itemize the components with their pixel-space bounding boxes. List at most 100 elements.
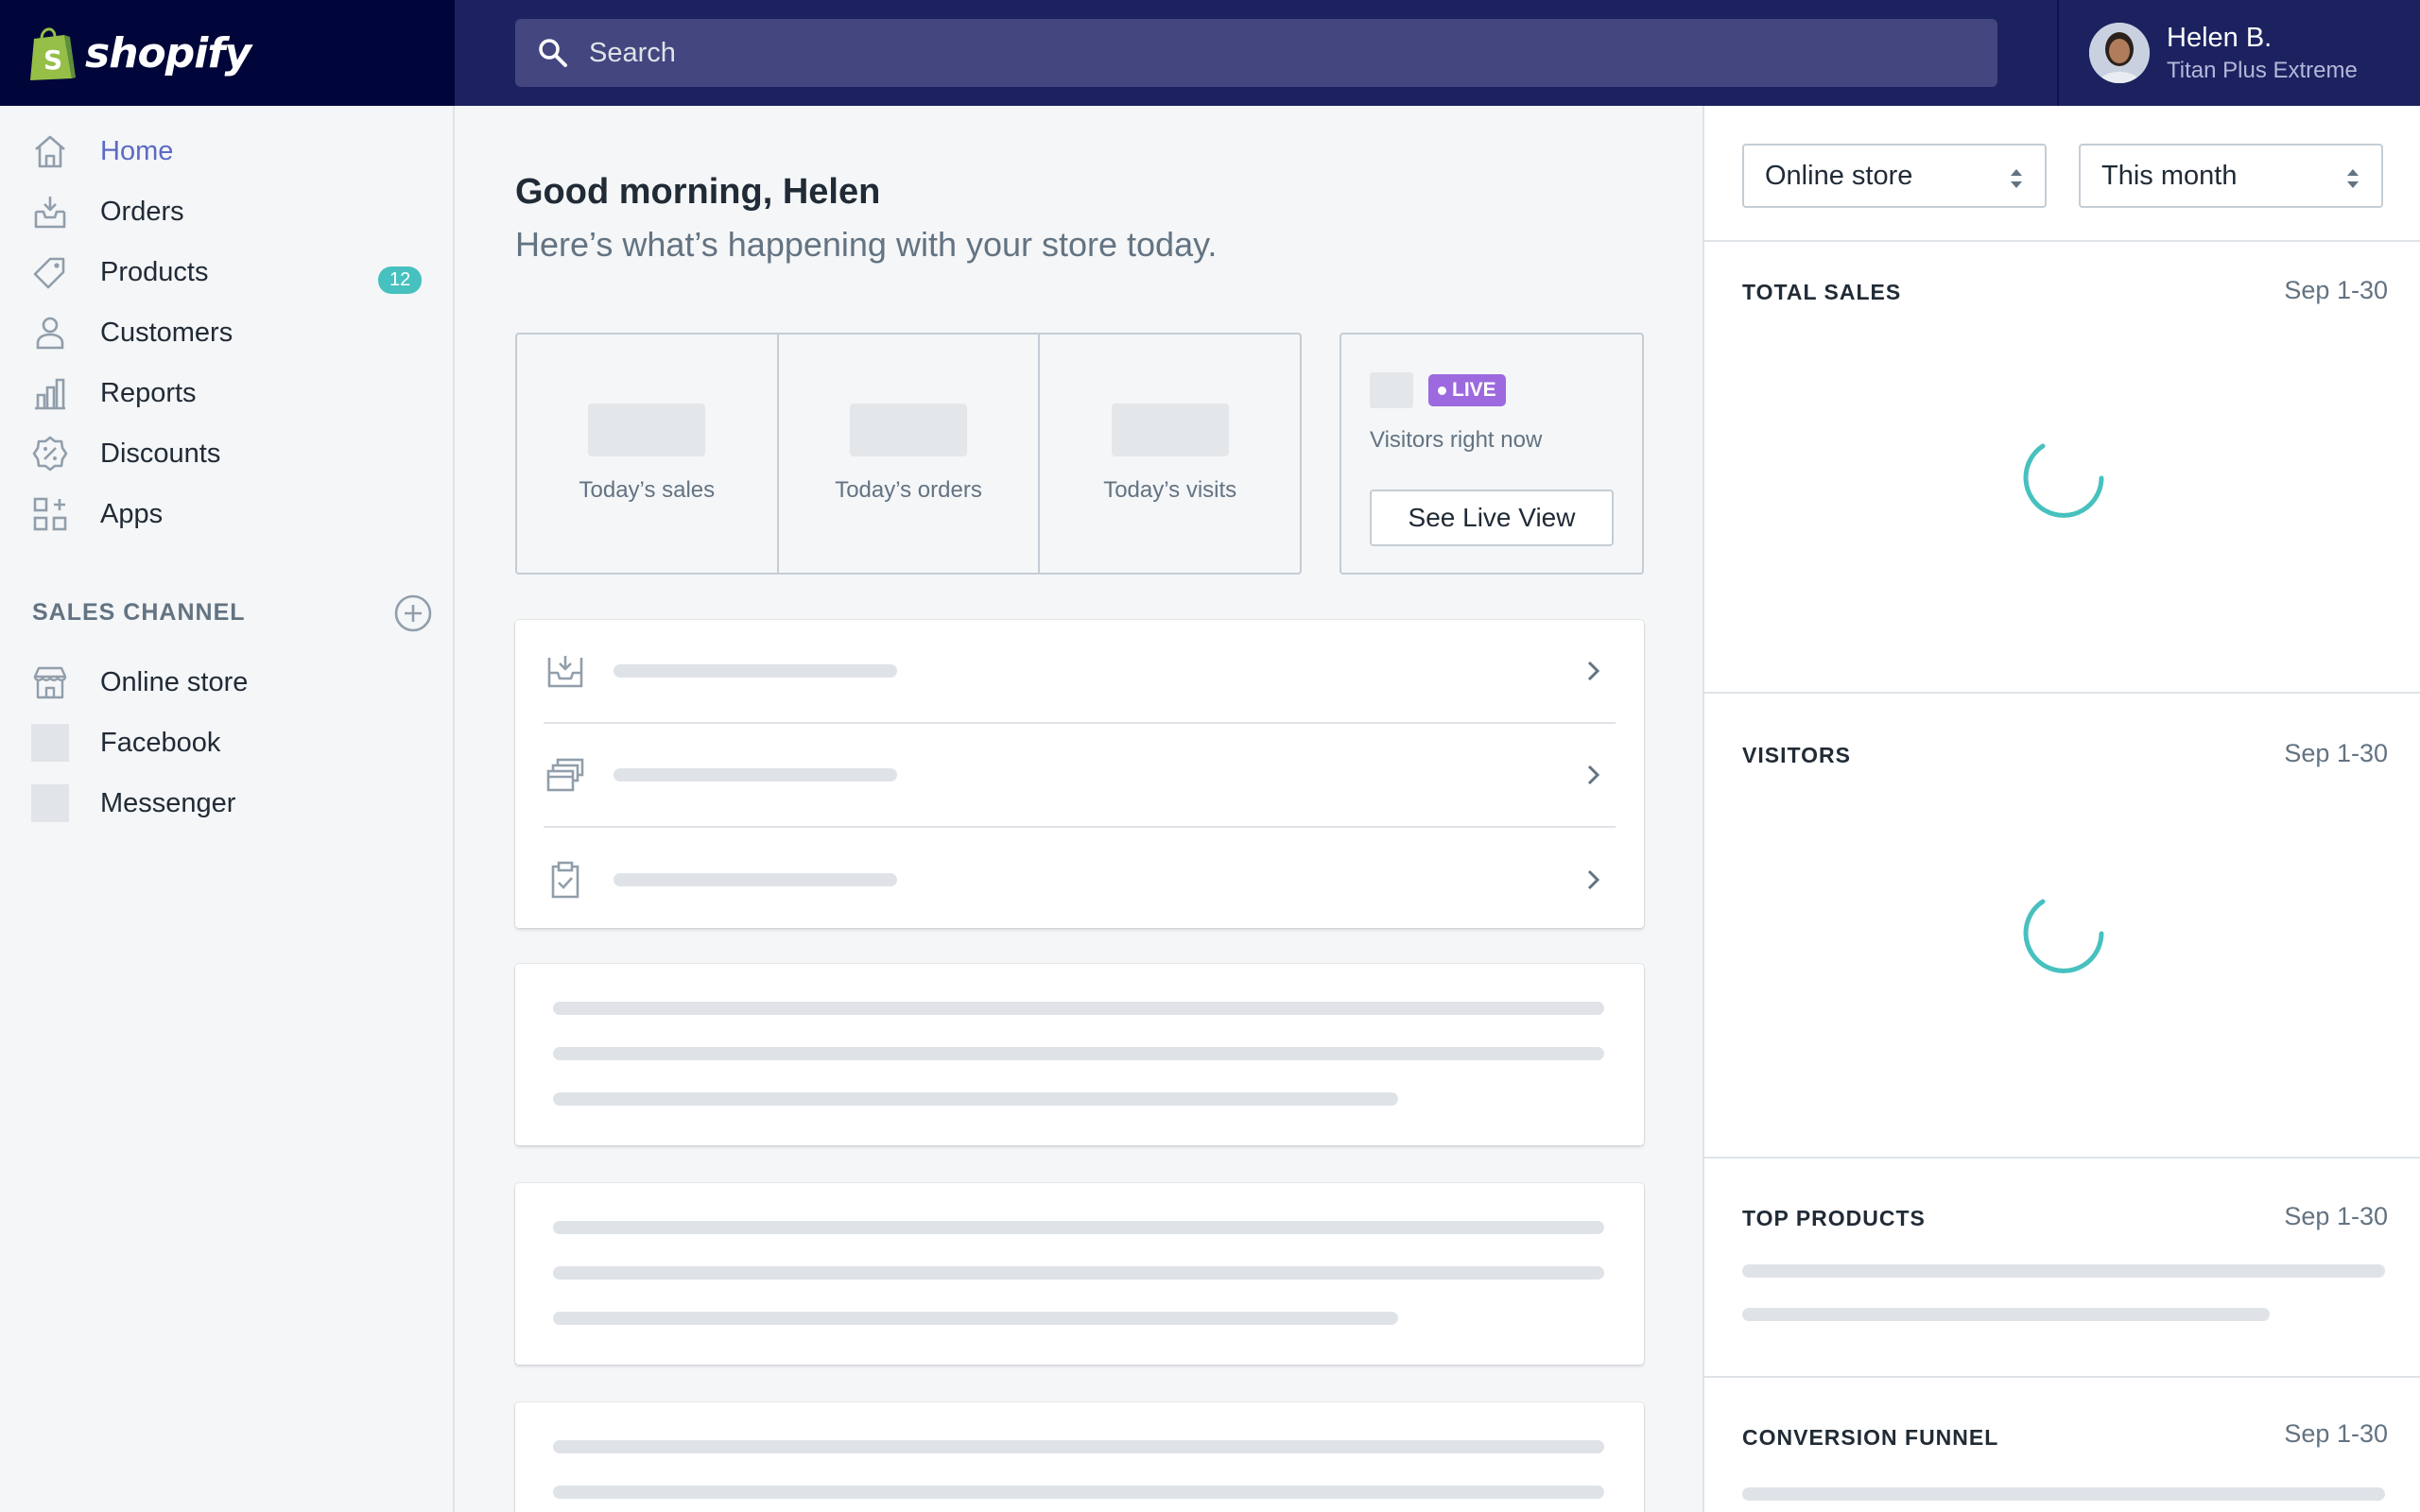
loading-line: [553, 1221, 1604, 1234]
live-visitors-card: LIVE Visitors right now See Live View: [1340, 333, 1644, 575]
sidebar-item-home[interactable]: Home: [0, 123, 455, 180]
stat-todays-visits[interactable]: Today’s visits: [1040, 335, 1300, 573]
facebook-placeholder-icon: [28, 721, 72, 765]
loading-placeholder: [614, 873, 897, 886]
section-title: TOP PRODUCTS: [1742, 1206, 1926, 1230]
shopify-wordmark: shopify: [85, 28, 251, 77]
sidebar-item-label: Home: [100, 135, 174, 166]
see-live-view-button[interactable]: See Live View: [1370, 490, 1614, 546]
customers-icon: [28, 311, 72, 354]
store-name: Titan Plus Extreme: [2167, 57, 2358, 83]
sidebar-item-messenger[interactable]: Messenger: [0, 775, 455, 832]
orders-inbox-icon: [544, 649, 587, 693]
shopify-logo[interactable]: S shopify: [0, 0, 455, 106]
products-tag-icon: [28, 250, 72, 294]
sidebar-item-online-store[interactable]: Online store: [0, 654, 455, 711]
apps-icon: [28, 492, 72, 536]
add-sales-channel-icon[interactable]: [393, 593, 433, 633]
today-stats: Today’s sales Today’s orders Today’s vis…: [515, 333, 1302, 575]
loading-line: [1742, 1487, 2385, 1501]
loading-placeholder: [614, 664, 897, 678]
stat-todays-orders[interactable]: Today’s orders: [779, 335, 1041, 573]
stat-todays-sales[interactable]: Today’s sales: [517, 335, 779, 573]
conversion-funnel-section: CONVERSION FUNNEL Sep 1-30: [1704, 1376, 2420, 1512]
sidebar-item-customers[interactable]: Customers: [0, 304, 455, 361]
chevron-right-icon: [1587, 765, 1600, 785]
section-date-range: Sep 1-30: [2284, 1419, 2388, 1448]
loading-line: [553, 1002, 1604, 1015]
chevron-right-icon: [1587, 869, 1600, 890]
sidebar-item-label: Discounts: [100, 438, 221, 469]
task-row-payments[interactable]: [544, 724, 1616, 828]
live-badge-label: LIVE: [1452, 379, 1496, 401]
reports-icon: [28, 371, 72, 415]
online-store-icon: [28, 661, 72, 704]
section-title: VISITORS: [1742, 743, 1851, 767]
select-arrows-icon: [2347, 169, 2359, 188]
search-bar[interactable]: [515, 19, 1997, 87]
live-dot-icon: [1438, 386, 1446, 395]
sidebar: Home Orders Products 12 Customers Report…: [0, 106, 455, 1512]
section-date-range: Sep 1-30: [2284, 1202, 2388, 1230]
sidebar-item-label: Customers: [100, 317, 233, 348]
loading-line: [553, 1092, 1398, 1106]
period-select[interactable]: This month: [2079, 144, 2383, 208]
channel-select[interactable]: Online store: [1742, 144, 2047, 208]
messenger-placeholder-icon: [28, 782, 72, 825]
loading-line: [553, 1047, 1604, 1060]
feed-card-loading: [515, 1183, 1644, 1365]
loading-placeholder: [1111, 404, 1229, 456]
search-icon: [539, 39, 567, 67]
section-date-range: Sep 1-30: [2284, 739, 2388, 767]
section-title: TOTAL SALES: [1742, 280, 1902, 304]
top-products-section: TOP PRODUCTS Sep 1-30: [1704, 1157, 2420, 1376]
stat-label: Today’s orders: [835, 477, 982, 503]
sidebar-item-discounts[interactable]: Discounts: [0, 425, 455, 482]
avatar: [2089, 23, 2150, 83]
total-sales-section: TOTAL SALES Sep 1-30: [1704, 240, 2420, 692]
cards-icon: [544, 753, 587, 797]
sidebar-item-label: Reports: [100, 377, 197, 408]
loading-line: [553, 1312, 1398, 1325]
loading-spinner-icon: [2023, 899, 2104, 973]
clipboard-check-icon: [544, 858, 587, 902]
channel-select-value: Online store: [1765, 160, 1913, 191]
visitors-right-now-label: Visitors right now: [1370, 427, 1543, 453]
sidebar-item-products[interactable]: Products 12: [0, 244, 455, 301]
live-badge: LIVE: [1428, 374, 1506, 406]
loading-line: [553, 1266, 1604, 1280]
feed-card-loading: [515, 964, 1644, 1145]
sidebar-item-reports[interactable]: Reports: [0, 365, 455, 421]
sidebar-item-apps[interactable]: Apps: [0, 486, 455, 542]
home-icon: [28, 129, 72, 173]
loading-line: [1742, 1264, 2385, 1278]
sidebar-item-label: Products: [100, 256, 209, 287]
loading-line: [1742, 1308, 2270, 1321]
sidebar-item-label: Orders: [100, 196, 184, 227]
sidebar-item-label: Facebook: [100, 727, 221, 758]
page-title: Good morning, Helen: [515, 172, 881, 212]
discounts-icon: [28, 432, 72, 475]
loading-line: [553, 1440, 1604, 1453]
loading-placeholder: [1370, 372, 1413, 408]
chevron-right-icon: [1587, 661, 1600, 681]
orders-icon: [28, 190, 72, 233]
section-date-range: Sep 1-30: [2284, 276, 2388, 304]
shopify-bag-icon: S: [30, 27, 76, 80]
svg-text:S: S: [43, 44, 62, 76]
sidebar-item-orders[interactable]: Orders: [0, 183, 455, 240]
loading-line: [553, 1486, 1604, 1499]
sidebar-item-facebook[interactable]: Facebook: [0, 714, 455, 771]
products-count-badge: 12: [378, 266, 423, 294]
sidebar-item-label: Online store: [100, 666, 249, 697]
tasks-card: [515, 620, 1644, 928]
task-row-fulfillment[interactable]: [544, 828, 1616, 932]
main-content: Good morning, Helen Here’s what’s happen…: [457, 106, 1703, 1512]
search-input[interactable]: [589, 37, 1912, 69]
user-menu[interactable]: Helen B. Titan Plus Extreme: [2057, 0, 2420, 106]
sidebar-item-label: Messenger: [100, 787, 236, 818]
loading-spinner-icon: [2023, 443, 2104, 518]
visitors-section: VISITORS Sep 1-30: [1704, 692, 2420, 1157]
task-row-orders[interactable]: [544, 620, 1616, 724]
page-subtitle: Here’s what’s happening with your store …: [515, 225, 1218, 264]
